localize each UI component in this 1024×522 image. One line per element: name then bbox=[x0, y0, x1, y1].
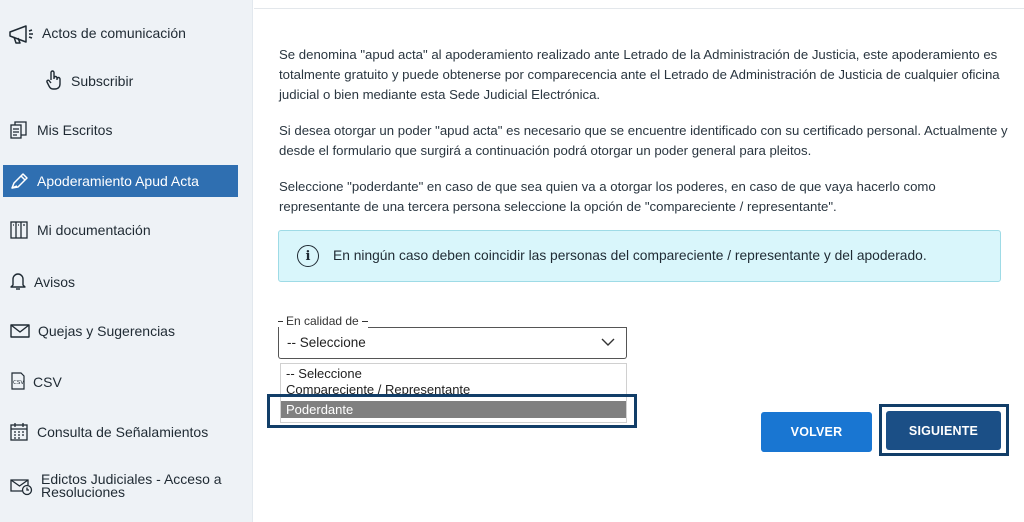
top-divider bbox=[254, 8, 1024, 9]
certificate-paragraph: Si desea otorgar un poder "apud acta" es… bbox=[279, 123, 1008, 158]
volver-button[interactable]: VOLVER bbox=[761, 412, 872, 452]
sidebar-item-consulta-senalamientos[interactable]: Consulta de Señalamientos bbox=[0, 417, 253, 447]
pen-icon bbox=[9, 171, 31, 191]
documents-icon bbox=[9, 120, 29, 140]
sidebar-item-label: Subscribir bbox=[71, 73, 134, 89]
select-value: -- Seleccione bbox=[287, 335, 366, 350]
csv-file-icon: CSV bbox=[9, 371, 27, 391]
info-icon: i bbox=[297, 245, 319, 267]
hand-pointer-icon bbox=[44, 69, 64, 91]
sidebar-item-label: Mi documentación bbox=[37, 222, 151, 238]
sidebar: Actos de comunicación Subscribir Mis Esc… bbox=[0, 0, 253, 522]
sidebar-item-actos-comunicacion[interactable]: Actos de comunicación bbox=[0, 19, 253, 49]
siguiente-button[interactable]: SIGUIENTE bbox=[886, 411, 1001, 450]
sidebar-item-label: Apoderamiento Apud Acta bbox=[37, 173, 199, 189]
sidebar-item-subscribir[interactable]: Subscribir bbox=[0, 65, 253, 95]
intro-paragraph: Se denomina "apud acta" al apoderamiento… bbox=[279, 47, 1000, 102]
sidebar-item-label: Consulta de Señalamientos bbox=[37, 424, 209, 440]
sidebar-item-avisos[interactable]: Avisos bbox=[0, 266, 253, 296]
calendar-icon bbox=[9, 422, 29, 442]
sidebar-item-label: Edictos Judiciales - Acceso a Resolucion… bbox=[41, 471, 222, 500]
sidebar-item-csv[interactable]: CSV CSV bbox=[0, 366, 253, 396]
envelope-icon bbox=[9, 322, 31, 340]
sidebar-item-mi-documentacion[interactable]: Mi documentación bbox=[0, 215, 253, 245]
sidebar-item-label: CSV bbox=[33, 374, 62, 390]
calidad-select[interactable]: -- Seleccione bbox=[278, 327, 627, 359]
sidebar-item-apoderamiento-apud-acta[interactable]: Apoderamiento Apud Acta bbox=[3, 165, 238, 197]
svg-text:CSV: CSV bbox=[13, 380, 24, 386]
sidebar-item-mis-escritos[interactable]: Mis Escritos bbox=[0, 115, 253, 145]
bell-icon bbox=[9, 271, 27, 291]
info-alert: i En ningún caso deben coincidir las per… bbox=[278, 230, 1001, 282]
megaphone-icon bbox=[8, 23, 34, 45]
sidebar-item-label: Quejas y Sugerencias bbox=[38, 323, 175, 339]
alert-text: En ningún caso deben coincidir las perso… bbox=[333, 248, 927, 263]
sidebar-item-quejas-sugerencias[interactable]: Quejas y Sugerencias bbox=[0, 316, 253, 346]
select-border-top bbox=[368, 327, 626, 328]
mail-clock-icon bbox=[9, 476, 33, 496]
sidebar-item-label: Actos de comunicación bbox=[42, 25, 186, 41]
select-instructions-paragraph: Seleccione "poderdante" en caso de que s… bbox=[279, 179, 936, 214]
folder-book-icon bbox=[9, 220, 29, 240]
sidebar-item-label: Mis Escritos bbox=[37, 122, 113, 138]
select-label: En calidad de bbox=[283, 314, 362, 328]
option-highlight-frame bbox=[267, 394, 637, 428]
sidebar-item-label: Avisos bbox=[34, 274, 75, 290]
chevron-down-icon bbox=[600, 334, 616, 355]
option-seleccione[interactable]: -- Seleccione bbox=[281, 365, 626, 382]
sidebar-item-edictos-judiciales[interactable]: Edictos Judiciales - Acceso a Resolucion… bbox=[0, 470, 253, 502]
